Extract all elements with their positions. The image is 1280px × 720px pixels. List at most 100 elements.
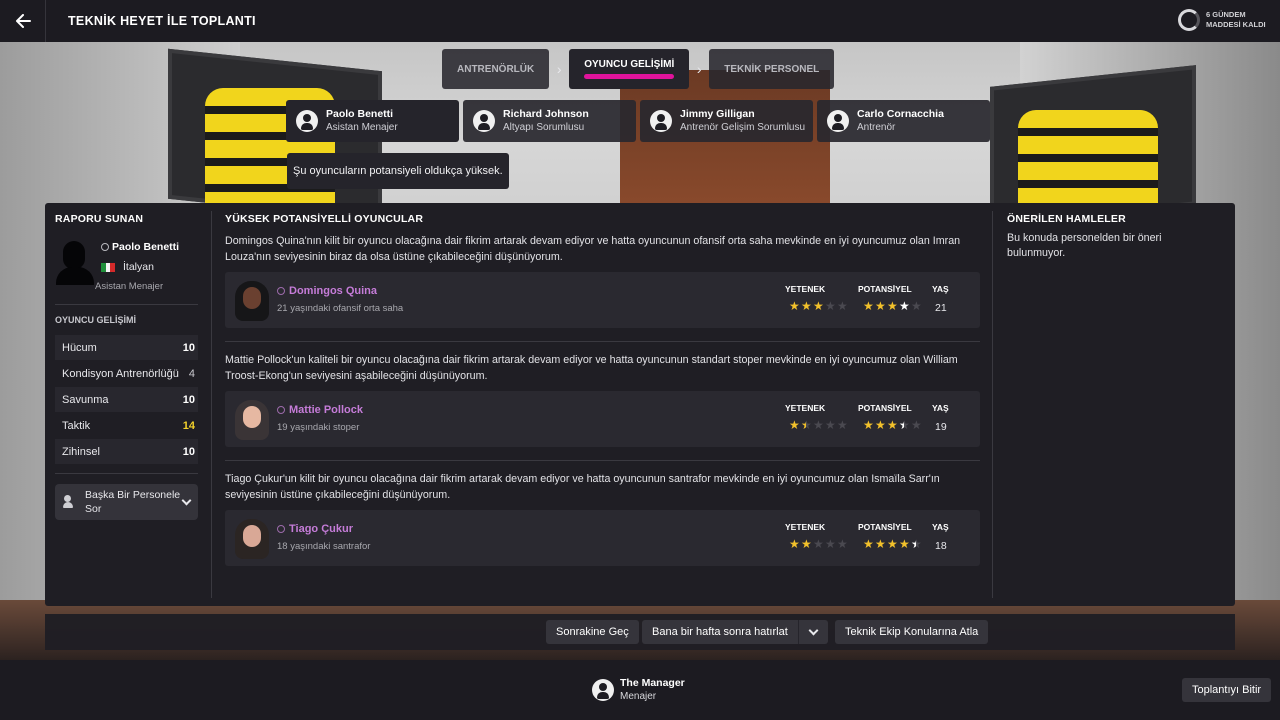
tab-player-development[interactable]: OYUNCU GELİŞİMİ bbox=[569, 49, 690, 89]
player-portrait bbox=[235, 400, 269, 440]
staff-profile-icon bbox=[101, 243, 109, 251]
star-icon: ★ bbox=[863, 418, 874, 432]
back-button[interactable] bbox=[0, 0, 46, 42]
chevron-down-icon bbox=[808, 625, 819, 636]
end-meeting-button[interactable]: Toplantıyı Bitir bbox=[1182, 678, 1272, 702]
page-title: TEKNİK HEYET İLE TOPLANTI bbox=[68, 14, 256, 28]
ability-header: YETENEK bbox=[785, 522, 826, 532]
staff-card-carlo-cornacchia[interactable]: Carlo Cornacchia Antrenör bbox=[817, 100, 990, 142]
player-description: 19 yaşındaki stoper bbox=[277, 422, 360, 433]
player-profile-icon bbox=[277, 287, 285, 295]
star-icon: ★ bbox=[863, 299, 874, 313]
manager-name: The Manager bbox=[620, 677, 685, 689]
player-age: 18 bbox=[935, 540, 947, 552]
column-divider bbox=[211, 211, 212, 598]
reporter-column: RAPORU SUNAN Paolo Benetti İtalyan Asist… bbox=[55, 213, 198, 520]
star-icon: ★ bbox=[837, 537, 848, 551]
age-header: YAŞ bbox=[932, 284, 949, 294]
star-icon: ★ bbox=[837, 299, 848, 313]
player-description: 18 yaşındaki santrafor bbox=[277, 541, 371, 552]
reporter-info: Paolo Benetti İtalyan Asistan Menajer bbox=[55, 239, 198, 292]
star-icon: ★ bbox=[789, 299, 800, 313]
star-icon: ★ bbox=[911, 418, 922, 432]
star-icon: ★ bbox=[837, 418, 848, 432]
column-divider bbox=[992, 211, 993, 598]
player-card[interactable]: Domingos Quina 21 yaşındaki ofansif orta… bbox=[225, 272, 980, 328]
ask-another-staff-button[interactable]: Başka Bir Personele Sor bbox=[55, 484, 198, 520]
agenda-counter: 6 GÜNDEM MADDESİ KALDI bbox=[1178, 9, 1268, 31]
person-icon bbox=[827, 110, 849, 132]
ability-stars: ★ ★ ★ ★ ★ bbox=[789, 300, 848, 312]
player-card[interactable]: Tiago Çukur 18 yaşındaki santrafor YETEN… bbox=[225, 510, 980, 566]
reporter-role: Asistan Menajer bbox=[95, 281, 164, 292]
star-icon: ★ bbox=[875, 299, 886, 313]
star-icon: ★ bbox=[789, 418, 800, 432]
reporter-name[interactable]: Paolo Benetti bbox=[101, 241, 179, 253]
chevron-right-icon: › bbox=[696, 61, 702, 77]
remind-options-dropdown[interactable] bbox=[797, 620, 828, 644]
person-icon bbox=[473, 110, 495, 132]
staff-role: Altyapı Sorumlusu bbox=[503, 122, 585, 133]
star-icon: ★ bbox=[863, 537, 874, 551]
potential-header: POTANSİYEL bbox=[858, 284, 912, 294]
potential-stars: ★ ★ ★ ★ ★ bbox=[863, 538, 922, 550]
player-description: 21 yaşındaki ofansif orta saha bbox=[277, 303, 404, 314]
star-icon: ★ bbox=[825, 299, 836, 313]
chevron-down-icon bbox=[181, 495, 192, 506]
player-age: 19 bbox=[935, 421, 947, 433]
chevron-right-icon: › bbox=[556, 61, 562, 77]
player-report-text: Mattie Pollock'un kaliteli bir oyuncu ol… bbox=[225, 354, 958, 382]
players-column: YÜKSEK POTANSİYELLİ OYUNCULAR Domingos Q… bbox=[225, 213, 980, 566]
top-bar: TEKNİK HEYET İLE TOPLANTI 6 GÜNDEM MADDE… bbox=[0, 0, 1280, 42]
star-icon: ★ bbox=[887, 418, 898, 432]
attribute-row: Savunma 10 bbox=[55, 387, 198, 412]
remind-later-button[interactable]: Bana bir hafta sonra hatırlat bbox=[642, 620, 798, 644]
italy-flag-icon bbox=[101, 262, 116, 272]
star-icon: ★ bbox=[899, 299, 910, 313]
star-icon: ★ bbox=[887, 537, 898, 551]
star-icon: ★ bbox=[813, 418, 824, 432]
player-name[interactable]: Tiago Çukur bbox=[277, 523, 353, 535]
potential-header: POTANSİYEL bbox=[858, 522, 912, 532]
player-name[interactable]: Domingos Quina bbox=[277, 285, 377, 297]
ability-stars: ★ ★ ★ ★ ★ bbox=[789, 419, 848, 431]
player-report-text: Domingos Quina'nın kilit bir oyuncu olac… bbox=[225, 235, 961, 263]
attributes-heading: OYUNCU GELİŞİMİ bbox=[55, 315, 137, 325]
next-item-button[interactable]: Sonrakine Geç bbox=[546, 620, 639, 644]
tab-staff[interactable]: TEKNİK PERSONEL bbox=[709, 49, 835, 89]
suggestions-column: ÖNERİLEN HAMLELER Bu konuda personelden … bbox=[1007, 213, 1217, 261]
manager-role: Menajer bbox=[620, 691, 657, 702]
star-icon: ★ bbox=[801, 419, 812, 431]
player-card[interactable]: Mattie Pollock 19 yaşındaki stoper YETEN… bbox=[225, 391, 980, 447]
remind-later-split-button: Bana bir hafta sonra hatırlat bbox=[642, 620, 828, 644]
star-icon: ★ bbox=[813, 537, 824, 551]
staff-name: Richard Johnson bbox=[503, 108, 589, 120]
suggestions-text: Bu konuda personelden bir öneri bulunmuy… bbox=[1007, 232, 1162, 259]
attribute-row: Taktik 14 bbox=[62, 419, 195, 432]
star-icon: ★ bbox=[899, 419, 910, 431]
staff-card-jimmy-gilligan[interactable]: Jimmy Gilligan Antrenör Gelişim Sorumlus… bbox=[640, 100, 813, 142]
potential-header: POTANSİYEL bbox=[858, 403, 912, 413]
player-portrait bbox=[235, 281, 269, 321]
staff-card-paolo-benetti[interactable]: Paolo Benetti Asistan Menajer bbox=[286, 100, 459, 142]
staff-card-richard-johnson[interactable]: Richard Johnson Altyapı Sorumlusu bbox=[463, 100, 636, 142]
person-icon bbox=[650, 110, 672, 132]
tab-coaching[interactable]: ANTRENÖRLÜK bbox=[442, 49, 550, 89]
skip-to-staff-topics-button[interactable]: Teknik Ekip Konularına Atla bbox=[835, 620, 989, 644]
player-age: 21 bbox=[935, 302, 947, 314]
staff-role: Antrenör Gelişim Sorumlusu bbox=[680, 122, 806, 133]
attribute-row: Kondisyon Antrenörlüğü 4 bbox=[62, 367, 195, 380]
star-icon: ★ bbox=[789, 537, 800, 551]
star-icon: ★ bbox=[801, 299, 812, 313]
reporter-heading: RAPORU SUNAN bbox=[55, 213, 144, 225]
back-arrow-icon bbox=[15, 14, 31, 28]
stage-tabs: ANTRENÖRLÜK › OYUNCU GELİŞİMİ › TEKNİK P… bbox=[442, 49, 835, 89]
speech-bubble: Şu oyuncuların potansiyeli oldukça yükse… bbox=[287, 153, 509, 189]
potential-stars: ★ ★ ★ ★ ★ bbox=[863, 300, 922, 312]
potential-stars: ★ ★ ★ ★ ★ bbox=[863, 419, 922, 431]
divider bbox=[55, 473, 198, 474]
staff-name: Jimmy Gilligan bbox=[680, 108, 755, 120]
staff-role: Antrenör bbox=[857, 122, 896, 133]
player-name[interactable]: Mattie Pollock bbox=[277, 404, 363, 416]
star-icon: ★ bbox=[875, 537, 886, 551]
